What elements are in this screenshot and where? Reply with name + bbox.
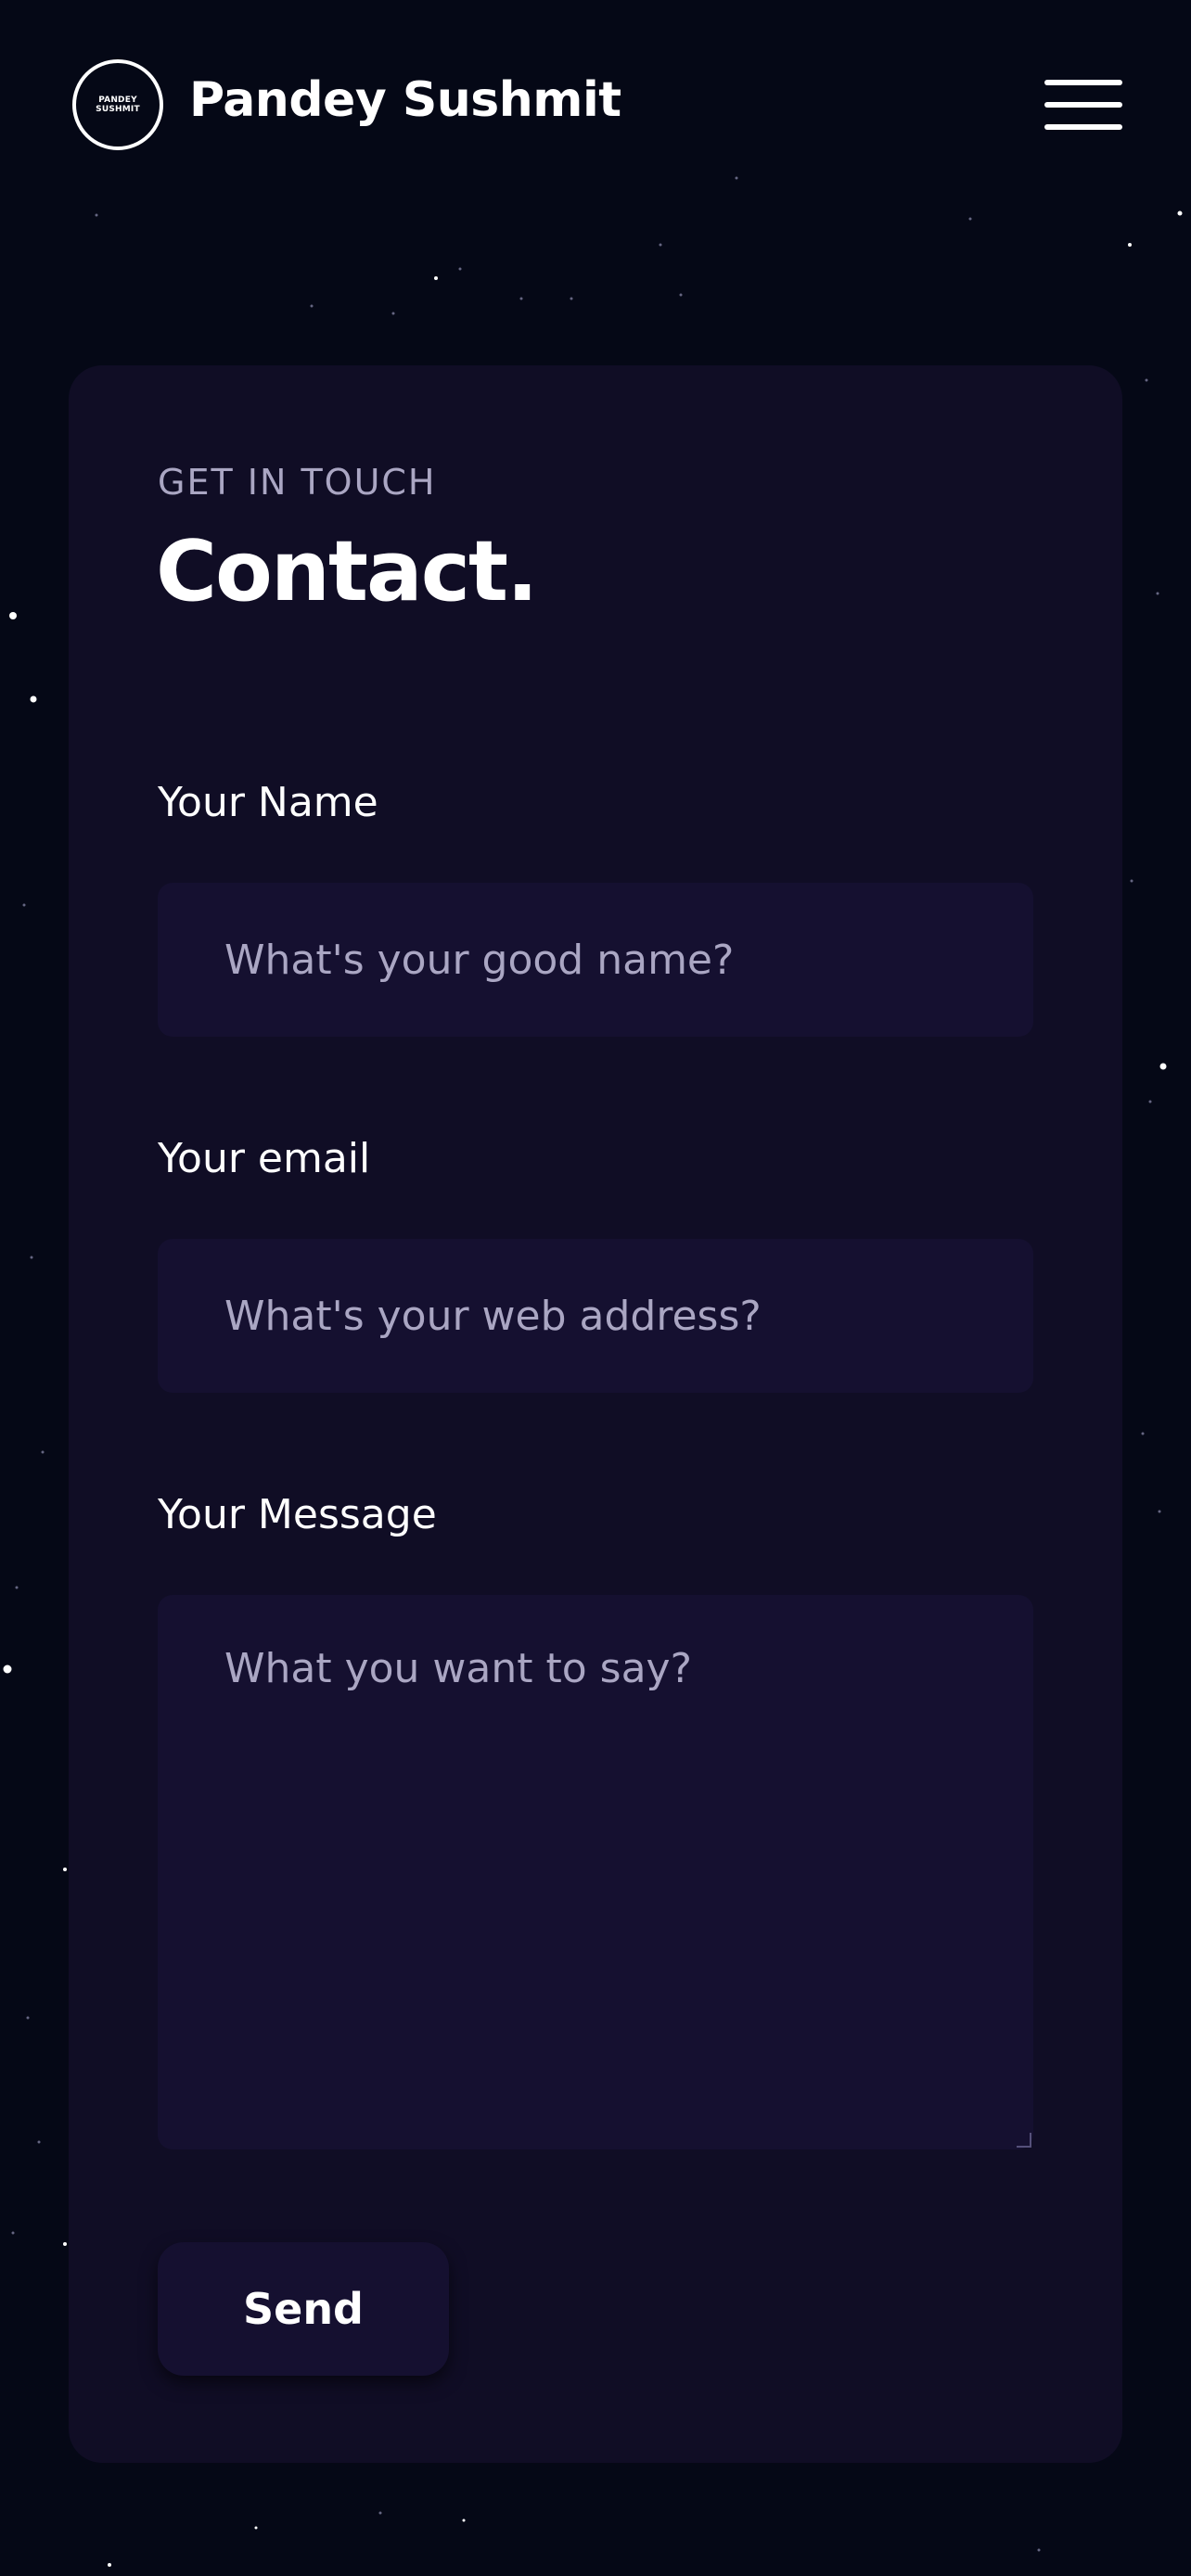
hamburger-menu-icon[interactable] xyxy=(1044,80,1122,130)
site-header: PANDEY SUSHMIT Pandey Sushmit xyxy=(0,0,1191,208)
email-input[interactable]: What's your web address? xyxy=(158,1239,1033,1393)
name-placeholder: What's your good name? xyxy=(224,936,735,984)
logo-text-line2: SUSHMIT xyxy=(96,105,140,114)
section-title: Contact. xyxy=(156,523,538,620)
menu-bar-top xyxy=(1044,80,1122,85)
message-textarea[interactable]: What you want to say? xyxy=(158,1595,1033,2149)
message-placeholder: What you want to say? xyxy=(224,1645,692,1692)
message-label: Your Message xyxy=(158,1491,437,1538)
send-button[interactable]: Send xyxy=(158,2242,449,2376)
email-label: Your email xyxy=(158,1135,371,1182)
email-placeholder: What's your web address? xyxy=(224,1292,762,1340)
menu-bar-middle xyxy=(1044,102,1122,108)
section-subtitle: GET IN TOUCH xyxy=(158,462,437,503)
name-input[interactable]: What's your good name? xyxy=(158,883,1033,1037)
brand-name[interactable]: Pandey Sushmit xyxy=(189,72,621,128)
resize-handle-icon[interactable] xyxy=(1017,2133,1031,2148)
menu-bar-bottom xyxy=(1044,124,1122,130)
logo-text-line1: PANDEY xyxy=(98,96,137,105)
name-label: Your Name xyxy=(158,779,378,826)
logo-icon[interactable]: PANDEY SUSHMIT xyxy=(72,59,163,150)
contact-card: GET IN TOUCH Contact. Your Name What's y… xyxy=(69,365,1122,2463)
